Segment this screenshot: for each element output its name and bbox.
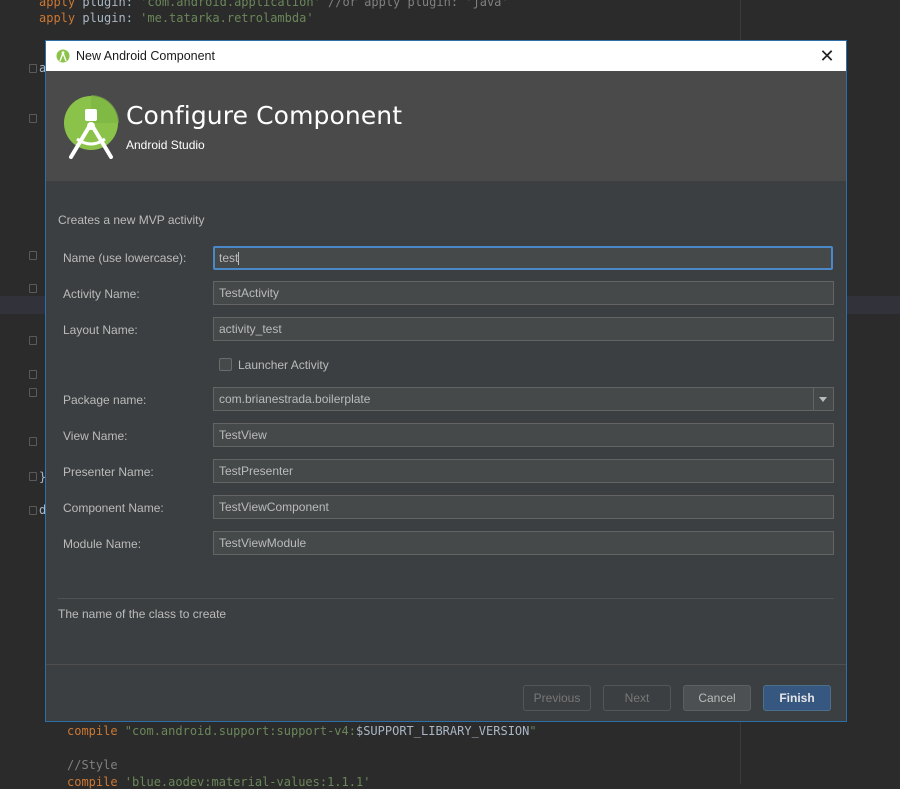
- android-studio-icon: [64, 95, 119, 159]
- next-button[interactable]: Next: [603, 685, 671, 711]
- android-studio-icon: [56, 49, 70, 63]
- new-android-component-dialog: New Android Component ✕ Configure Compon…: [45, 40, 847, 722]
- header-subtitle: Android Studio: [126, 138, 205, 152]
- component-name-label: Component Name:: [63, 501, 164, 515]
- activity-name-input[interactable]: TestActivity: [213, 281, 834, 305]
- dropdown-arrow-icon[interactable]: [813, 388, 833, 410]
- package-name-label: Package name:: [63, 393, 147, 407]
- module-name-label: Module Name:: [63, 537, 142, 551]
- fold-marker-icon[interactable]: [29, 284, 37, 293]
- fold-marker-icon[interactable]: [29, 64, 37, 73]
- field-hint: The name of the class to create: [58, 607, 227, 621]
- text-caret: [238, 252, 240, 266]
- code-line: apply plugin: 'com.android.application' …: [39, 0, 509, 9]
- divider: [58, 598, 834, 599]
- launcher-activity-checkbox[interactable]: [219, 358, 232, 371]
- activity-name-label: Activity Name:: [63, 287, 140, 301]
- package-name-select[interactable]: com.brianestrada.boilerplate: [213, 387, 834, 411]
- dialog-description: Creates a new MVP activity: [58, 213, 205, 227]
- launcher-activity-label[interactable]: Launcher Activity: [238, 358, 329, 372]
- name-label: Name (use lowercase):: [63, 251, 187, 265]
- fold-marker-icon[interactable]: [29, 506, 37, 515]
- close-icon[interactable]: ✕: [816, 45, 838, 67]
- view-name-input[interactable]: TestView: [213, 423, 834, 447]
- layout-name-input[interactable]: activity_test: [213, 317, 834, 341]
- fold-marker-icon[interactable]: [29, 388, 37, 397]
- code-line: compile 'blue.aodev:material-values:1.1.…: [67, 775, 371, 789]
- dialog-title: New Android Component: [76, 49, 215, 63]
- view-name-label: View Name:: [63, 429, 128, 443]
- name-input[interactable]: test: [213, 246, 833, 270]
- component-name-input[interactable]: TestViewComponent: [213, 495, 834, 519]
- fold-marker-icon[interactable]: [29, 251, 37, 260]
- fold-marker-icon[interactable]: [29, 114, 37, 123]
- presenter-name-input[interactable]: TestPresenter: [213, 459, 834, 483]
- presenter-name-label: Presenter Name:: [63, 465, 154, 479]
- code-comment: //Style: [67, 758, 118, 772]
- header-title: Configure Component: [126, 101, 403, 130]
- module-name-input[interactable]: TestViewModule: [213, 531, 834, 555]
- dialog-titlebar[interactable]: New Android Component ✕: [46, 41, 846, 71]
- cancel-button[interactable]: Cancel: [683, 685, 751, 711]
- divider: [46, 664, 846, 665]
- code-line: compile "com.android.support:support-v4:…: [67, 724, 537, 738]
- fold-marker-icon[interactable]: [29, 472, 37, 481]
- dialog-header: Configure Component Android Studio: [46, 71, 846, 181]
- previous-button[interactable]: Previous: [523, 685, 591, 711]
- fold-marker-icon[interactable]: [29, 437, 37, 446]
- fold-marker-icon[interactable]: [29, 370, 37, 379]
- name-input-value: test: [219, 251, 239, 265]
- finish-button[interactable]: Finish: [763, 685, 831, 711]
- layout-name-label: Layout Name:: [63, 323, 138, 337]
- package-name-value: com.brianestrada.boilerplate: [219, 392, 371, 406]
- code-line: apply plugin: 'me.tatarka.retrolambda': [39, 11, 314, 25]
- fold-marker-icon[interactable]: [29, 336, 37, 345]
